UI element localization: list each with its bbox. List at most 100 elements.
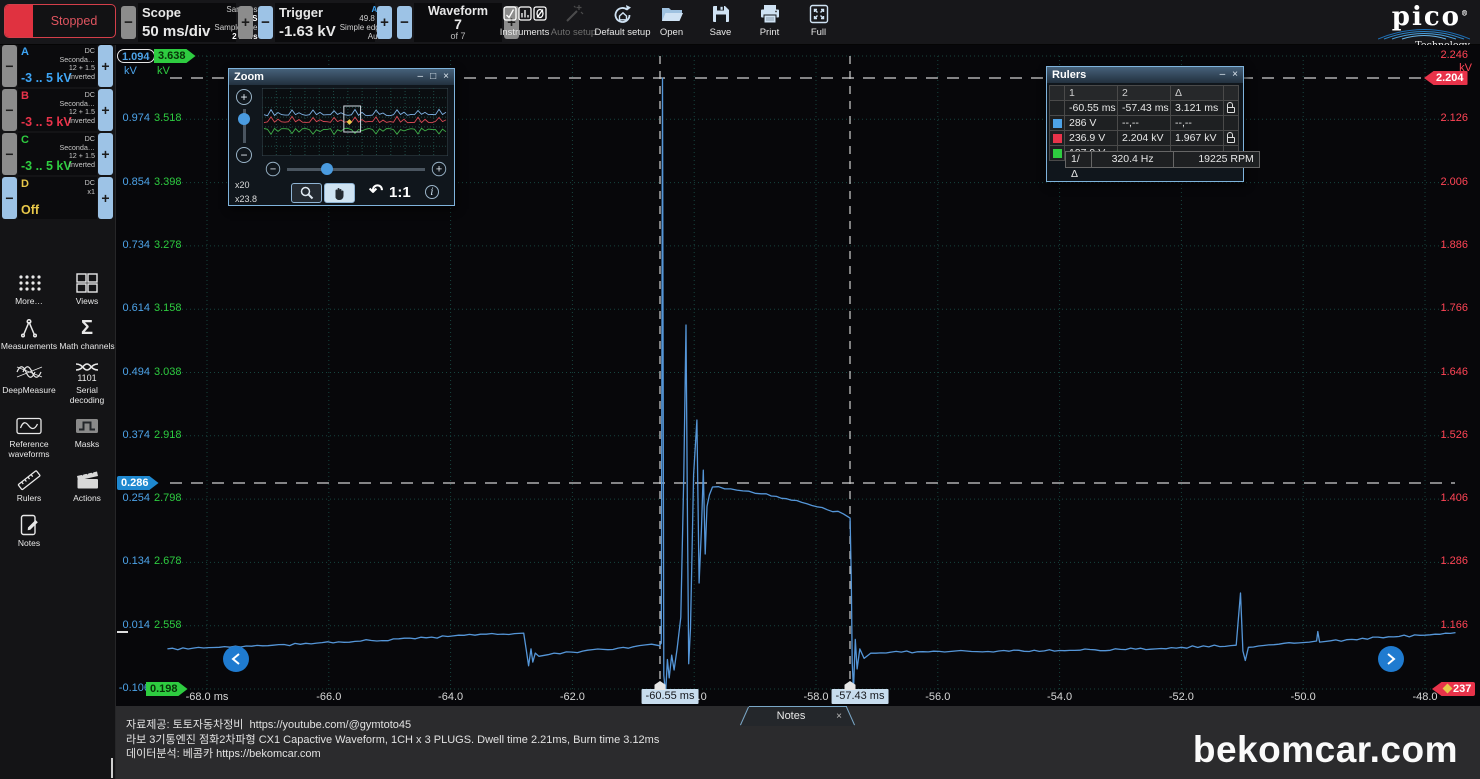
x-axis-label: -64.0 [438, 691, 463, 703]
channel-D-decrease-button[interactable]: − [2, 177, 17, 219]
y-axis-label-red: 1.286 [1426, 555, 1468, 567]
scroll-left-button[interactable] [223, 646, 249, 672]
time-ruler-2-badge[interactable]: -57.43 ms [832, 689, 889, 704]
sidebar-item-rulers[interactable]: Rulers [1, 468, 57, 504]
ruler-lock-cell[interactable] [1223, 100, 1239, 116]
ruler-value: 286 V [1064, 115, 1118, 131]
channel-D-panel[interactable]: DOffDCx1 [18, 177, 97, 219]
toolbar-button-save[interactable]: Save [696, 2, 745, 43]
zoom-close-button[interactable]: × [443, 69, 449, 85]
pan-mode-button[interactable] [324, 183, 355, 203]
trigger-panel[interactable]: Trigger -1.63 kV A ¬ 49.8 % Simple edge … [275, 3, 375, 42]
scope-increase-button[interactable]: + [238, 6, 253, 39]
toolbar-button-instruments[interactable]: Instruments [500, 2, 549, 43]
scope-panel[interactable]: Scope 50 ms/div Samples 1 MS Sample rate… [138, 3, 236, 42]
trigger-marker-icon [1443, 684, 1453, 694]
axis-unit-label: kV [124, 65, 150, 77]
rulers-panel-titlebar[interactable]: Rulers – × [1047, 67, 1243, 83]
channel-C-decrease-button[interactable]: − [2, 133, 17, 175]
channel-A-decrease-button[interactable]: − [2, 45, 17, 87]
sidebar-item-masks[interactable]: Masks [59, 414, 115, 459]
ruler-value: -57.43 ms [1117, 100, 1171, 116]
zoom-mode-button[interactable] [291, 183, 322, 203]
y-axis-label-green: 3.038 [154, 366, 190, 378]
trigger-increase-button[interactable]: + [377, 6, 392, 39]
zoom-horizontal-slider-knob[interactable] [321, 163, 333, 175]
sidebar-item-math[interactable]: ΣMath channels [59, 316, 115, 352]
time-ruler-1-badge[interactable]: -60.55 ms [642, 689, 699, 704]
channel-C-panel[interactable]: C-3 .. 5 kVDCSeconda…12 + 1.5Inverted [18, 133, 97, 175]
zoom-minimize-button[interactable]: – [418, 69, 424, 85]
scope-decrease-button[interactable]: − [121, 6, 136, 39]
channel-B-increase-button[interactable]: + [98, 89, 113, 131]
x-axis-label: -52.0 [1169, 691, 1194, 703]
scroll-right-button[interactable] [1378, 646, 1404, 672]
sidebar-item-views[interactable]: Views [59, 271, 115, 307]
waveform-prev-button[interactable]: − [397, 6, 412, 39]
y-axis-label-green: 2.678 [154, 555, 190, 567]
zoom-ratio-button[interactable]: 1:1 [389, 184, 411, 201]
channel-B-decrease-button[interactable]: − [2, 89, 17, 131]
channel-swatch [1053, 134, 1062, 143]
toolbar-button-wand[interactable]: Auto setup [549, 2, 598, 43]
zoom-preview[interactable] [262, 88, 448, 156]
zoom-undo-button[interactable]: ↶ [369, 181, 383, 201]
sidebar-item-serial[interactable]: 1101Serial decoding [59, 360, 115, 405]
channel-D-info: DCx1 [85, 179, 95, 196]
masks-icon [74, 414, 100, 438]
hscroll-minus-button[interactable]: − [266, 162, 280, 176]
zoom-horizontal-slider-track[interactable] [287, 168, 425, 171]
rulers-row-2: 236.9 V2.204 kV1.967 kV [1050, 131, 1239, 146]
zoom-vertical-slider-knob[interactable] [238, 113, 250, 125]
ruler-value: --,-- [1117, 115, 1171, 131]
zoom-in-button[interactable]: + [236, 89, 252, 105]
ruler-lock-cell[interactable] [1223, 130, 1239, 146]
notes-text[interactable]: 자료제공: 토토자동차정비 https://youtube.com/@gymto… [126, 718, 659, 762]
sidebar-item-measurements[interactable]: Measurements [1, 316, 57, 352]
toolbar-button-full[interactable]: Full [794, 2, 843, 43]
toolbar-button-label: Save [710, 27, 732, 38]
toolbar-button-print[interactable]: Print [745, 2, 794, 43]
more-icon [16, 271, 42, 295]
channel-D-range: Off [21, 203, 39, 217]
hscroll-plus-button[interactable]: + [432, 162, 446, 176]
channel-B-panel[interactable]: B-3 .. 5 kVDCSeconda…12 + 1.5Inverted [18, 89, 97, 131]
info-icon[interactable]: i [425, 185, 439, 199]
stopped-button[interactable]: Stopped [4, 4, 116, 38]
zoom-panel-titlebar[interactable]: Zoom – □ × [229, 69, 454, 85]
channel-C-increase-button[interactable]: + [98, 133, 113, 175]
channel-A-panel[interactable]: A-3 .. 5 kVDCSeconda…12 + 1.5Inverted [18, 45, 97, 87]
axis-badge-1.094[interactable]: 1.094 [117, 49, 155, 63]
sidebar-item-more[interactable]: More… [1, 271, 57, 307]
channel-a-zero-marker[interactable] [117, 631, 128, 633]
ruler-row-swatch [1049, 130, 1065, 146]
toolbar-button-default[interactable]: Default setup [598, 2, 647, 43]
watermark: bekomcar.com [1193, 729, 1458, 771]
sidebar-item-reference[interactable]: Reference waveforms [1, 414, 57, 459]
toolbar-button-label: Full [811, 27, 826, 38]
y-axis-label-blue: 0.134 [116, 555, 150, 567]
rulers-minimize-button[interactable]: – [1220, 67, 1226, 83]
sidebar-item-actions[interactable]: Actions [59, 468, 115, 504]
sidebar-scrollbar[interactable] [111, 758, 113, 778]
sidebar-item-label: Rulers [17, 494, 42, 504]
x-axis-label: -54.0 [1047, 691, 1072, 703]
stopped-label: Stopped [33, 14, 115, 28]
views-icon [76, 271, 98, 295]
waveform-panel[interactable]: Waveform 7 of 7 [414, 3, 502, 42]
serial-icon: 1101 [73, 360, 101, 384]
magnifier-icon [299, 185, 315, 201]
ruler-lock-cell[interactable] [1223, 115, 1239, 131]
zoom-out-button[interactable]: − [236, 147, 252, 163]
channel-D-increase-button[interactable]: + [98, 177, 113, 219]
toolbar-button-open[interactable]: Open [647, 2, 696, 43]
zoom-maximize-button[interactable]: □ [430, 69, 436, 85]
notes-tab-close-icon[interactable]: × [836, 711, 842, 722]
rulers-close-button[interactable]: × [1232, 67, 1238, 83]
notes-tab[interactable]: Notes × [741, 706, 855, 726]
sidebar-item-notes[interactable]: Notes [1, 513, 57, 549]
channel-A-increase-button[interactable]: + [98, 45, 113, 87]
sidebar-item-deepmeasure[interactable]: DeepMeasure [1, 360, 57, 405]
y-axis-label-green: 3.518 [154, 112, 190, 124]
trigger-decrease-button[interactable]: − [258, 6, 273, 39]
